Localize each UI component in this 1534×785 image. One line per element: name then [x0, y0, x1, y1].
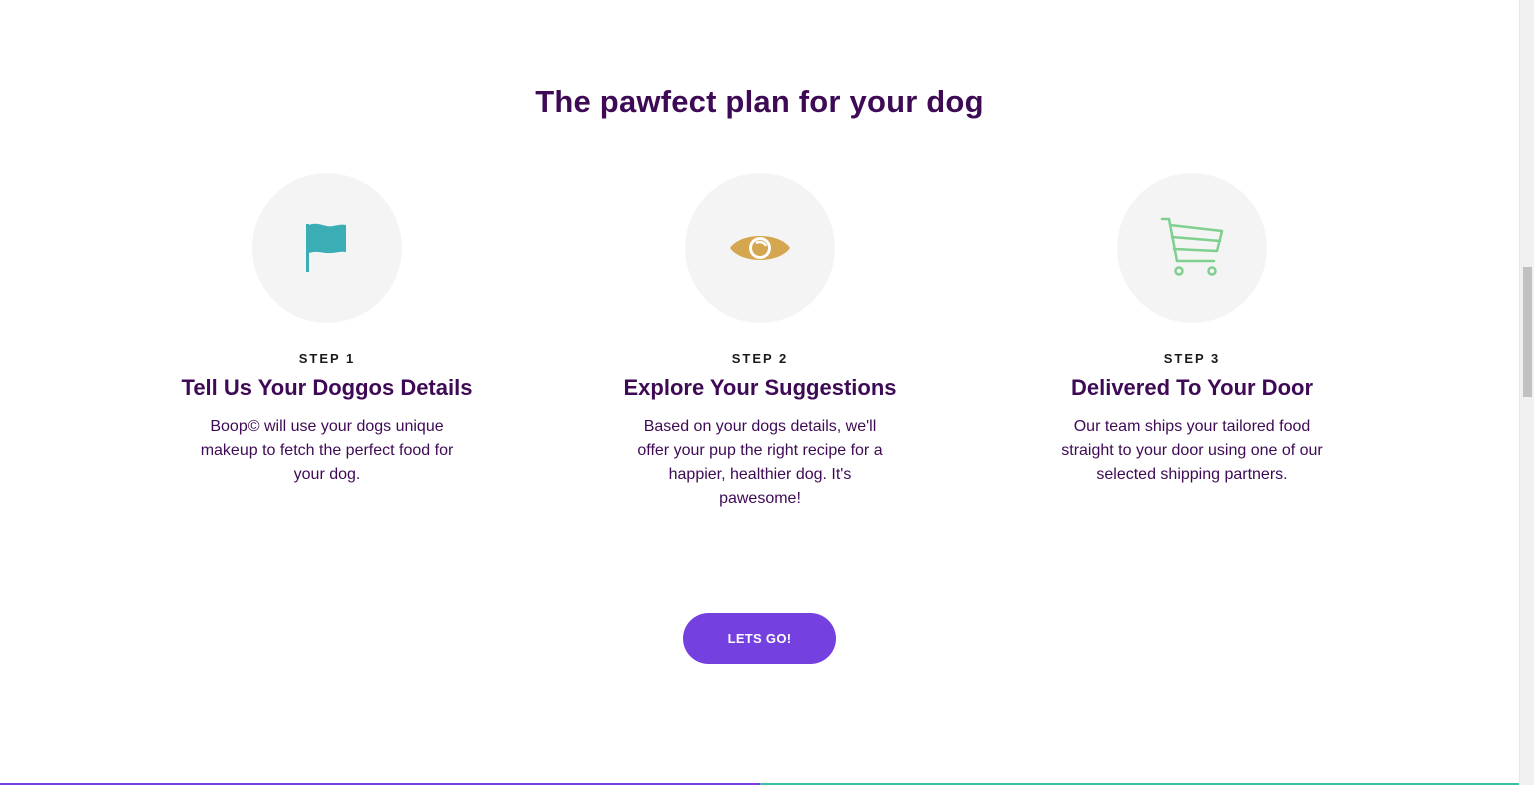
lets-go-button[interactable]: LETS GO!: [683, 613, 836, 664]
scrollbar-thumb[interactable]: [1523, 267, 1532, 397]
step-3-description: Our team ships your tailored food straig…: [1061, 418, 1323, 483]
step-1-heading: Tell Us Your Doggos Details: [181, 375, 473, 400]
eye-icon: [730, 236, 790, 260]
step-2-heading: Explore Your Suggestions: [623, 375, 897, 400]
flag-icon: [306, 223, 346, 272]
step-2-card: STEP 2 Explore Your Suggestions Based on…: [600, 173, 920, 511]
step-2-icon-circle: [685, 173, 835, 323]
step-3-heading: Delivered To Your Door: [1070, 375, 1314, 400]
step-1-card: STEP 1 Tell Us Your Doggos Details Boop©…: [167, 173, 487, 487]
plan-section: The pawfect plan for your dog STEP 1 Tel…: [0, 0, 1519, 785]
step-1-label: STEP 1: [298, 351, 356, 366]
step-2-description: Based on your dogs details, we'll offer …: [637, 418, 883, 507]
page: The pawfect plan for your dog STEP 1 Tel…: [0, 0, 1534, 785]
step-1-description: Boop© will use your dogs unique makeup t…: [200, 418, 454, 483]
step-3-label: STEP 3: [1163, 351, 1221, 366]
step-3-card: STEP 3 Delivered To Your Door Our team s…: [1032, 173, 1352, 487]
step-3-icon-circle: [1117, 173, 1267, 323]
section-title: The pawfect plan for your dog: [535, 84, 984, 119]
vertical-scrollbar[interactable]: [1519, 0, 1534, 785]
step-2-label: STEP 2: [731, 351, 789, 366]
shopping-cart-icon: [1160, 217, 1224, 276]
step-1-icon-circle: [252, 173, 402, 323]
